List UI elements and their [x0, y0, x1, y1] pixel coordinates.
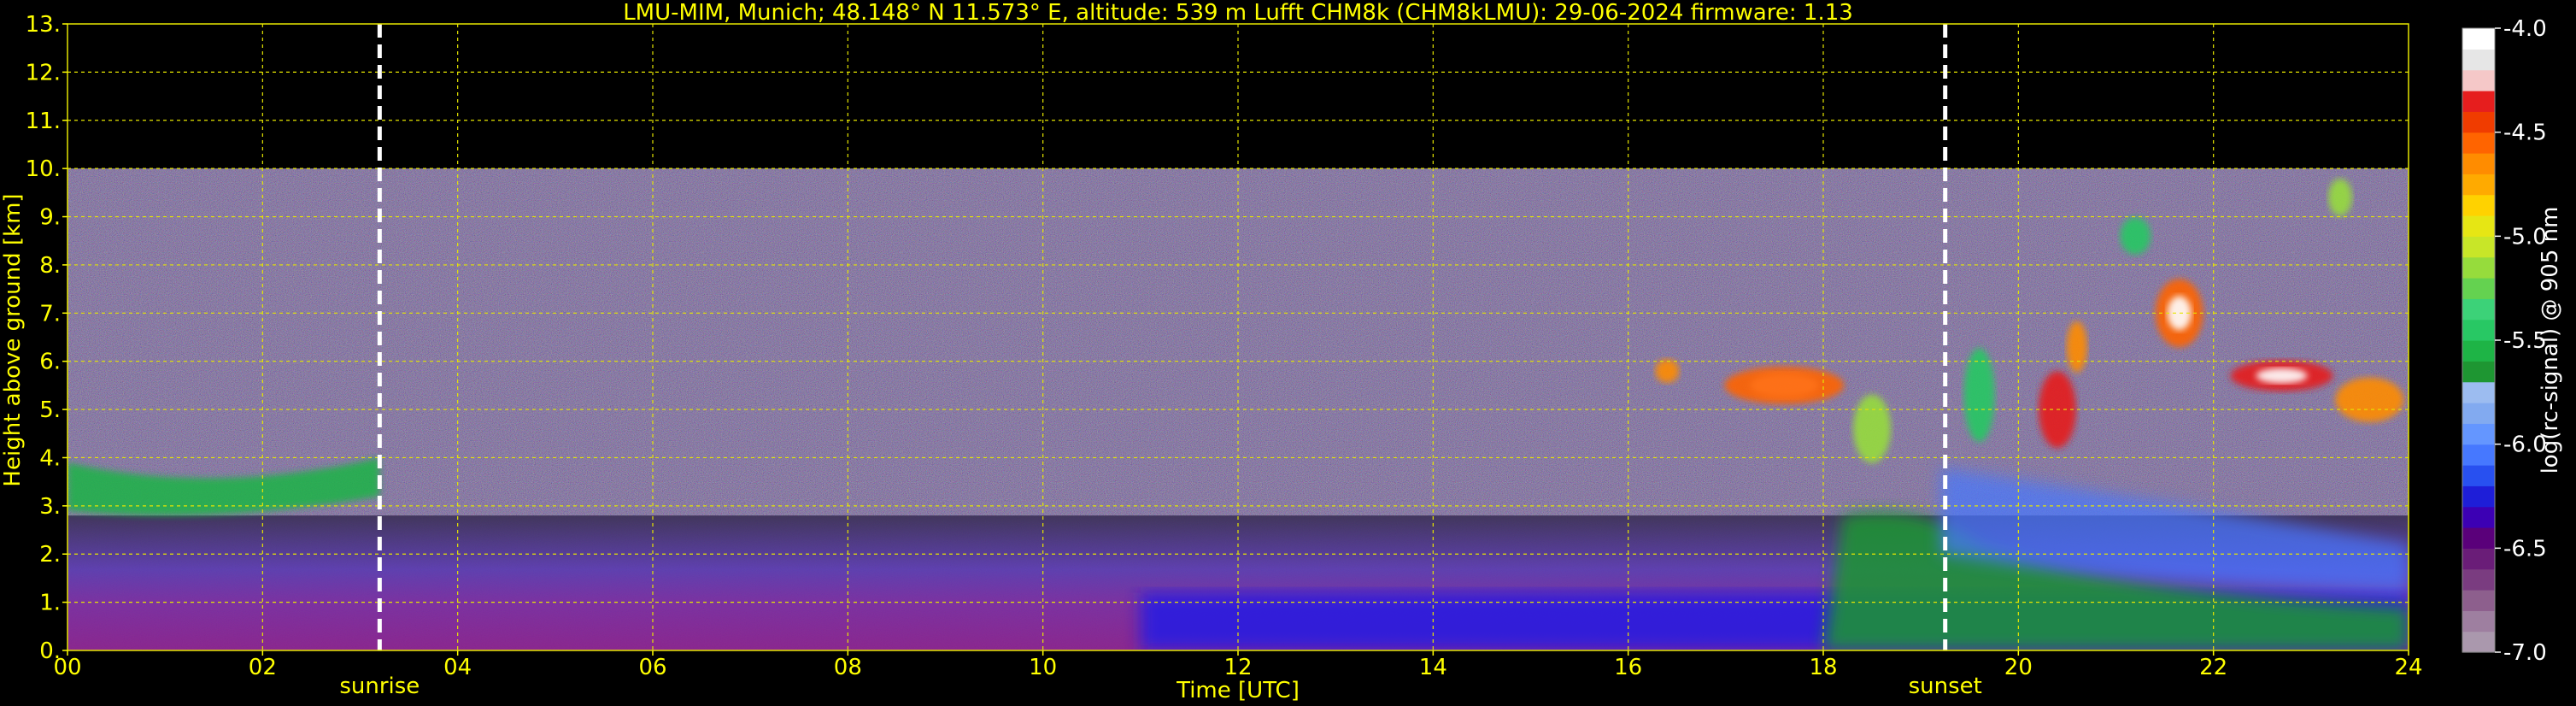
colorbar-segment — [2462, 361, 2495, 383]
x-tick-label: 14 — [1419, 655, 1447, 680]
cloud-6 — [2120, 217, 2151, 256]
colorbar-segment — [2462, 132, 2495, 154]
colorbar-tick-label: -4.0 — [2503, 16, 2547, 42]
y-tick-label: 9. — [39, 205, 61, 231]
marker-label-sunrise: sunrise — [339, 674, 420, 699]
x-tick-label: 06 — [638, 655, 666, 680]
x-tick-label: 24 — [2394, 655, 2422, 680]
x-tick-label: 08 — [834, 655, 862, 680]
x-tick-label: 04 — [443, 655, 472, 680]
colorbar-segment — [2462, 590, 2495, 611]
marker-label-sunset: sunset — [1909, 674, 1982, 699]
x-tick-label: 02 — [249, 655, 277, 680]
colorbar-segment — [2462, 444, 2495, 466]
colorbar-tick-label: -4.5 — [2503, 121, 2547, 146]
x-tick-label: 10 — [1029, 655, 1057, 680]
colorbar-segment — [2462, 153, 2495, 174]
y-tick-label: 0. — [39, 638, 61, 664]
colorbar-segment — [2462, 215, 2495, 237]
colorbar-segment — [2462, 465, 2495, 486]
colorbar-segment — [2462, 278, 2495, 299]
colorbar-segment — [2462, 527, 2495, 549]
colorbar-tick-label: -7.0 — [2503, 640, 2547, 666]
colorbar-segment — [2462, 91, 2495, 112]
cloud-1 — [1724, 366, 1845, 404]
cloud-2 — [1853, 394, 1892, 463]
y-tick-label: 1. — [39, 591, 61, 616]
y-tick-label: 8. — [39, 253, 61, 279]
colorbar-segment — [2462, 610, 2495, 632]
y-tick-label: 2. — [39, 542, 61, 568]
chart-title: LMU-MIM, Munich; 48.148° N 11.573° E, al… — [623, 0, 1853, 26]
y-tick-label: 12. — [26, 60, 61, 85]
cloud-11 — [2335, 377, 2404, 422]
colorbar-segment — [2462, 485, 2495, 508]
y-tick-label: 10. — [26, 156, 61, 182]
y-tick-label: 6. — [39, 350, 61, 375]
y-tick-label: 5. — [39, 397, 61, 423]
y-tick-label: 7. — [39, 301, 61, 327]
x-tick-label: 20 — [2004, 655, 2033, 680]
colorbar-segment — [2462, 49, 2495, 71]
cloud-12 — [2328, 178, 2353, 216]
y-tick-label: 13. — [26, 12, 61, 38]
colorbar-segment — [2462, 340, 2495, 362]
colorbar-segment — [2462, 28, 2495, 50]
colorbar-segment — [2462, 568, 2495, 591]
colorbar-segment — [2462, 174, 2495, 196]
x-tick-label: 12 — [1223, 655, 1252, 680]
cloud-5 — [2066, 321, 2087, 373]
cloud-3 — [1963, 348, 1995, 443]
colorbar-segment — [2462, 194, 2495, 216]
colorbar-segment — [2462, 319, 2495, 341]
x-tick-label: 18 — [1809, 655, 1837, 680]
x-tick-label: 16 — [1614, 655, 1642, 680]
colorbar-segment — [2462, 381, 2495, 403]
colorbar-segment — [2462, 69, 2495, 91]
cloud-10 — [2256, 368, 2308, 384]
y-tick-label: 11. — [26, 109, 61, 134]
colorbar-segment — [2462, 506, 2495, 528]
y-tick-label: 3. — [39, 494, 61, 520]
plot-area — [67, 24, 2409, 650]
cloud-13 — [1655, 358, 1680, 383]
x-tick-label: 22 — [2199, 655, 2227, 680]
ceilometer-chart: LMU-MIM, Munich; 48.148° N 11.573° E, al… — [0, 0, 2576, 706]
colorbar-label: log(rc-signal) @ 905 nm — [2538, 207, 2563, 474]
colorbar-segment — [2462, 423, 2495, 445]
colorbar-segment — [2462, 111, 2495, 133]
y-axis-label: Height above ground [km] — [0, 193, 26, 486]
colorbar-segment — [2462, 403, 2495, 424]
colorbar-segment — [2462, 298, 2495, 321]
y-tick-label: 4. — [39, 445, 61, 471]
colorbar-segment — [2462, 548, 2495, 570]
x-axis-label: Time [UTC] — [1176, 678, 1300, 703]
colorbar-segment — [2462, 236, 2495, 258]
colorbar-tick-label: -6.5 — [2503, 536, 2547, 562]
colorbar-segment — [2462, 631, 2495, 653]
colorbar-segment — [2462, 256, 2495, 279]
